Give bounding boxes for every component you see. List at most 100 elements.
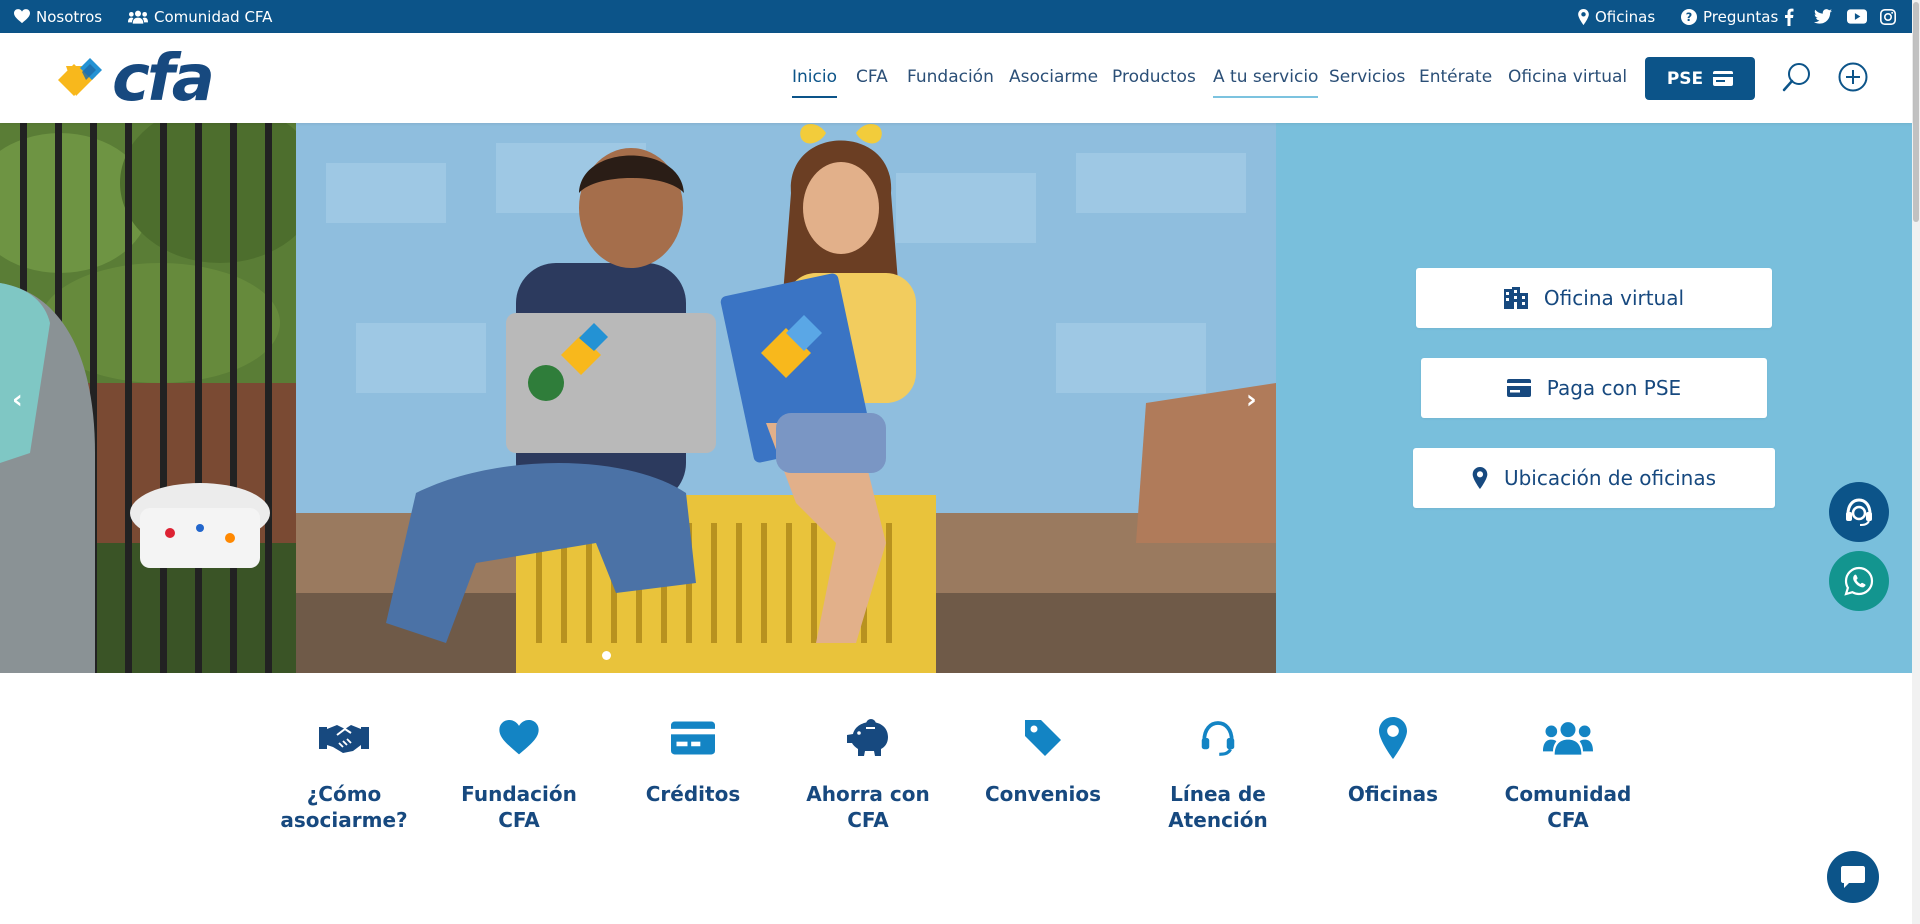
nav-item-inicio[interactable]: Inicio [792, 67, 837, 98]
quick-access-panel: Oficina virtual Paga con PSE Ubicación d… [1276, 123, 1912, 673]
main-header: cfa Inicio CFA Fundación Asociarme Produ… [0, 33, 1912, 123]
quick-link-linea-atencion[interactable]: Línea de Atención [1138, 713, 1298, 833]
map-pin-icon [1578, 8, 1589, 25]
page-scrollbar-thumb[interactable] [1913, 2, 1919, 222]
quick-link-label: Convenios [985, 782, 1101, 806]
building-icon [1503, 287, 1528, 309]
quick-link-label: Comunidad CFA [1504, 782, 1632, 832]
youtube-icon [1847, 9, 1867, 24]
social-twitter-link[interactable] [1814, 0, 1832, 33]
social-instagram-link[interactable] [1880, 0, 1896, 33]
tag-icon [1025, 720, 1061, 756]
hero-carousel: Oficina virtual Paga con PSE Ubicación d… [0, 123, 1912, 673]
nav-label: Entérate [1419, 67, 1493, 87]
nav-item-productos[interactable]: Productos [1112, 67, 1196, 87]
topbar-link-label: Nosotros [36, 7, 103, 26]
nav-item-servicios[interactable]: Servicios [1329, 67, 1405, 87]
topbar-link-comunidad[interactable]: Comunidad CFA [128, 0, 272, 33]
social-youtube-link[interactable] [1847, 0, 1867, 33]
credit-card-icon [1506, 379, 1531, 397]
nav-label: Inicio [792, 67, 837, 87]
topbar-link-preguntas[interactable]: ? Preguntas [1681, 0, 1778, 33]
paga-con-pse-button[interactable]: Paga con PSE [1421, 358, 1767, 418]
quick-link-ahorra[interactable]: Ahorra con CFA [788, 713, 948, 833]
credit-card-icon [671, 721, 715, 755]
instagram-icon [1880, 8, 1896, 25]
expand-menu-button[interactable] [1838, 62, 1868, 96]
facebook-icon [1785, 8, 1794, 26]
quick-link-label: Ahorra con CFA [806, 782, 930, 832]
credit-card-icon [1713, 71, 1734, 86]
headset-icon [1201, 721, 1235, 756]
map-pin-icon [1379, 717, 1407, 759]
hover-underline [1213, 96, 1319, 98]
logo-wordmark: cfa [112, 42, 215, 116]
quick-link-fundacion[interactable]: Fundación CFA [439, 713, 599, 833]
quick-link-label: ¿Cómo asociarme? [280, 782, 408, 832]
quick-link-como-asociarme[interactable]: ¿Cómo asociarme? [264, 713, 424, 833]
topbar-link-label: Preguntas [1703, 7, 1779, 26]
nav-label: A tu servicio [1213, 67, 1319, 87]
nav-item-asociarme[interactable]: Asociarme [1009, 67, 1098, 87]
logo-heart-icon [58, 58, 102, 96]
quick-link-label: Oficinas [1347, 782, 1439, 806]
previous-slide-preview [0, 123, 296, 673]
nav-item-enterate[interactable]: Entérate [1419, 67, 1492, 87]
pse-button-label: PSE [1666, 68, 1704, 89]
hero-slide-image [296, 123, 1276, 673]
panel-button-label: Paga con PSE [1546, 376, 1682, 400]
whatsapp-button[interactable] [1829, 551, 1889, 611]
topbar-link-label: Oficinas [1595, 7, 1656, 26]
nav-label: Oficina virtual [1508, 67, 1628, 87]
whatsapp-icon [1844, 566, 1874, 596]
map-pin-icon [1472, 467, 1488, 489]
active-underline [792, 96, 837, 98]
chat-icon [1841, 866, 1865, 888]
cfa-logo[interactable]: cfa [56, 42, 215, 116]
chat-button[interactable] [1827, 851, 1879, 903]
nav-item-a-tu-servicio[interactable]: A tu servicio [1213, 67, 1319, 98]
nav-item-fundacion[interactable]: Fundación [907, 67, 994, 87]
nav-item-oficina-virtual[interactable]: Oficina virtual [1508, 67, 1627, 87]
topbar-link-oficinas[interactable]: Oficinas [1578, 0, 1655, 33]
quick-link-label: Fundación CFA [461, 782, 577, 832]
nav-label: Productos [1112, 67, 1196, 87]
handshake-icon [319, 725, 369, 753]
topbar-link-nosotros[interactable]: Nosotros [14, 0, 102, 33]
quick-link-label: Créditos [645, 782, 741, 806]
svg-text:?: ? [1686, 11, 1693, 24]
quick-link-label: Línea de Atención [1168, 782, 1268, 832]
nav-label: Asociarme [1009, 67, 1099, 87]
search-icon [1782, 63, 1810, 92]
pse-button[interactable]: PSE [1645, 57, 1755, 100]
children-photo [296, 123, 1276, 673]
carousel-dot-active[interactable] [602, 651, 611, 660]
nav-item-cfa[interactable]: CFA [856, 67, 888, 87]
support-chat-button[interactable] [1829, 482, 1889, 542]
nav-label: Servicios [1329, 67, 1406, 87]
headset-support-icon [1846, 498, 1872, 526]
panel-button-label: Ubicación de oficinas [1503, 466, 1717, 490]
question-circle-icon: ? [1681, 8, 1697, 25]
quick-link-oficinas[interactable]: Oficinas [1313, 713, 1473, 807]
carousel-next-button[interactable]: › [1246, 385, 1257, 415]
oficina-virtual-button[interactable]: Oficina virtual [1416, 268, 1772, 328]
heart-icon [14, 9, 30, 24]
panel-button-label: Oficina virtual [1543, 286, 1685, 310]
piggy-bank-icon [847, 719, 888, 756]
twitter-icon [1814, 9, 1832, 24]
chevron-left-icon: ‹ [12, 385, 23, 415]
chevron-right-icon: › [1246, 385, 1257, 415]
social-facebook-link[interactable] [1784, 0, 1794, 33]
carousel-prev-button[interactable]: ‹ [12, 385, 23, 415]
quick-link-comunidad[interactable]: Comunidad CFA [1488, 713, 1648, 833]
users-icon [128, 10, 148, 24]
nav-label: Fundación [907, 67, 994, 87]
quick-link-creditos[interactable]: Créditos [613, 713, 773, 807]
search-button[interactable] [1782, 62, 1812, 96]
garden-photo [0, 123, 296, 673]
quick-link-convenios[interactable]: Convenios [963, 713, 1123, 807]
quick-links-section: ¿Cómo asociarme? Fundación CFA Créditos … [0, 673, 1912, 924]
users-icon [1543, 722, 1593, 755]
ubicacion-oficinas-button[interactable]: Ubicación de oficinas [1413, 448, 1775, 508]
